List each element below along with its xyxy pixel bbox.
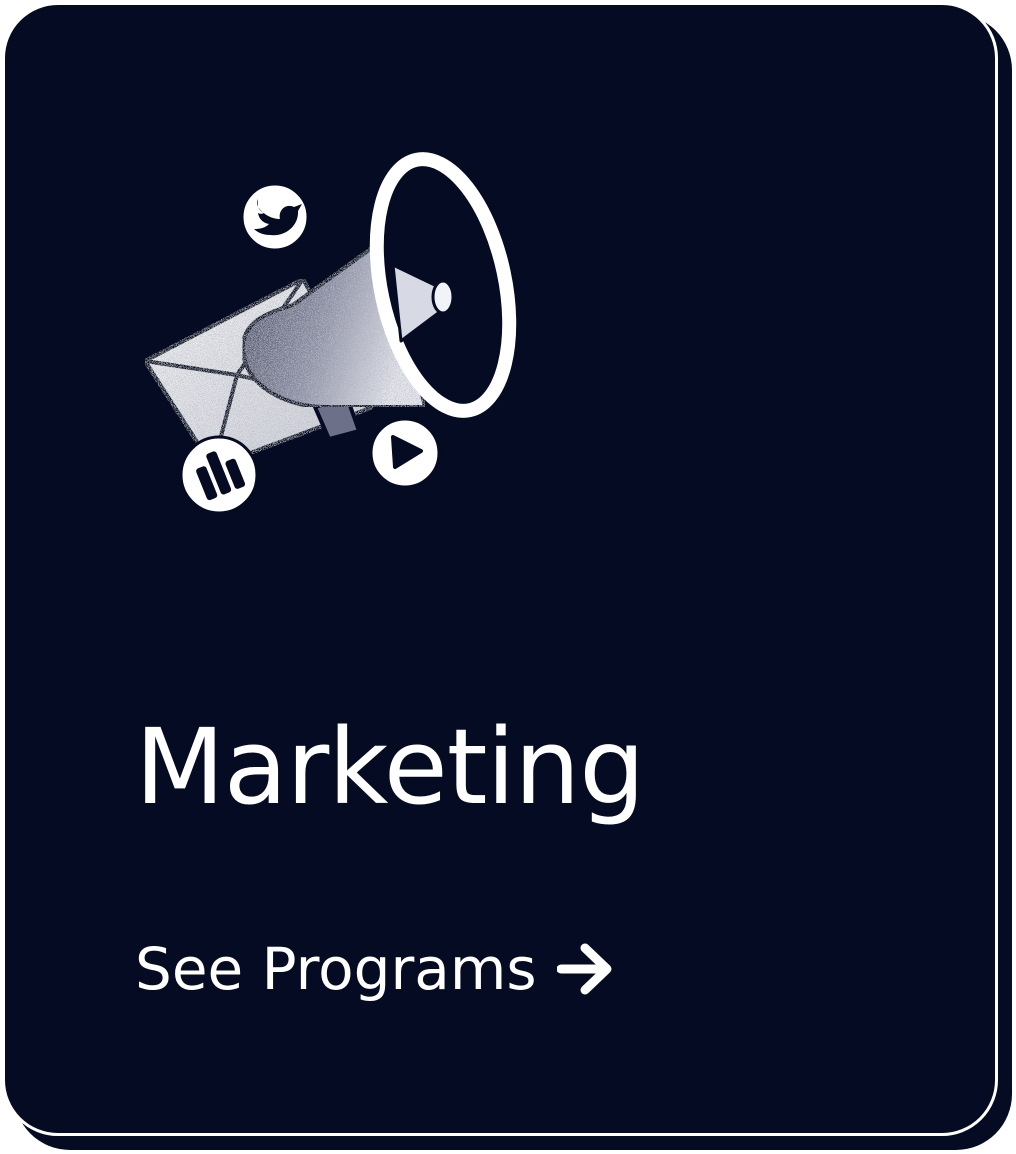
bar-chart-icon [179,435,259,515]
play-icon [369,417,441,489]
megaphone-illustration-icon [143,152,517,515]
see-programs-label: See Programs [135,935,537,1003]
see-programs-link[interactable]: See Programs [135,933,615,1005]
marketing-card-wrapper: Marketing See Programs [0,0,1016,1154]
marketing-card[interactable]: Marketing See Programs [2,2,998,1136]
arrow-right-icon [556,943,612,995]
twitter-icon [240,182,310,252]
card-title: Marketing [135,706,645,828]
